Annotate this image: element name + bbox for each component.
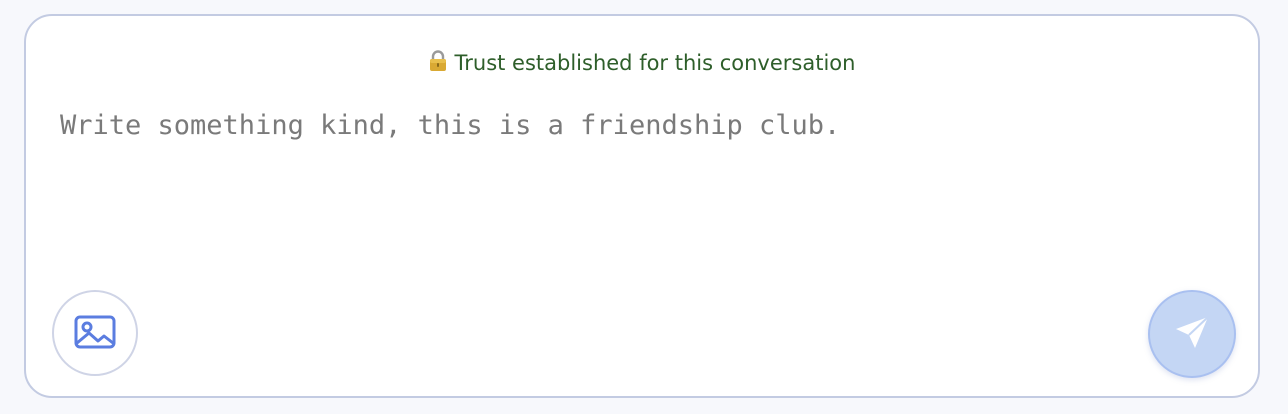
attach-image-button[interactable] <box>52 290 138 376</box>
trust-banner: Trust established for this conversation <box>26 48 1258 80</box>
send-button[interactable] <box>1148 290 1236 378</box>
trust-text: Trust established for this conversation <box>454 51 856 75</box>
paper-plane-icon <box>1174 315 1210 354</box>
image-icon <box>74 315 116 352</box>
message-input[interactable] <box>60 108 1220 268</box>
lock-icon <box>429 50 447 80</box>
message-composer: Trust established for this conversation <box>24 14 1260 398</box>
